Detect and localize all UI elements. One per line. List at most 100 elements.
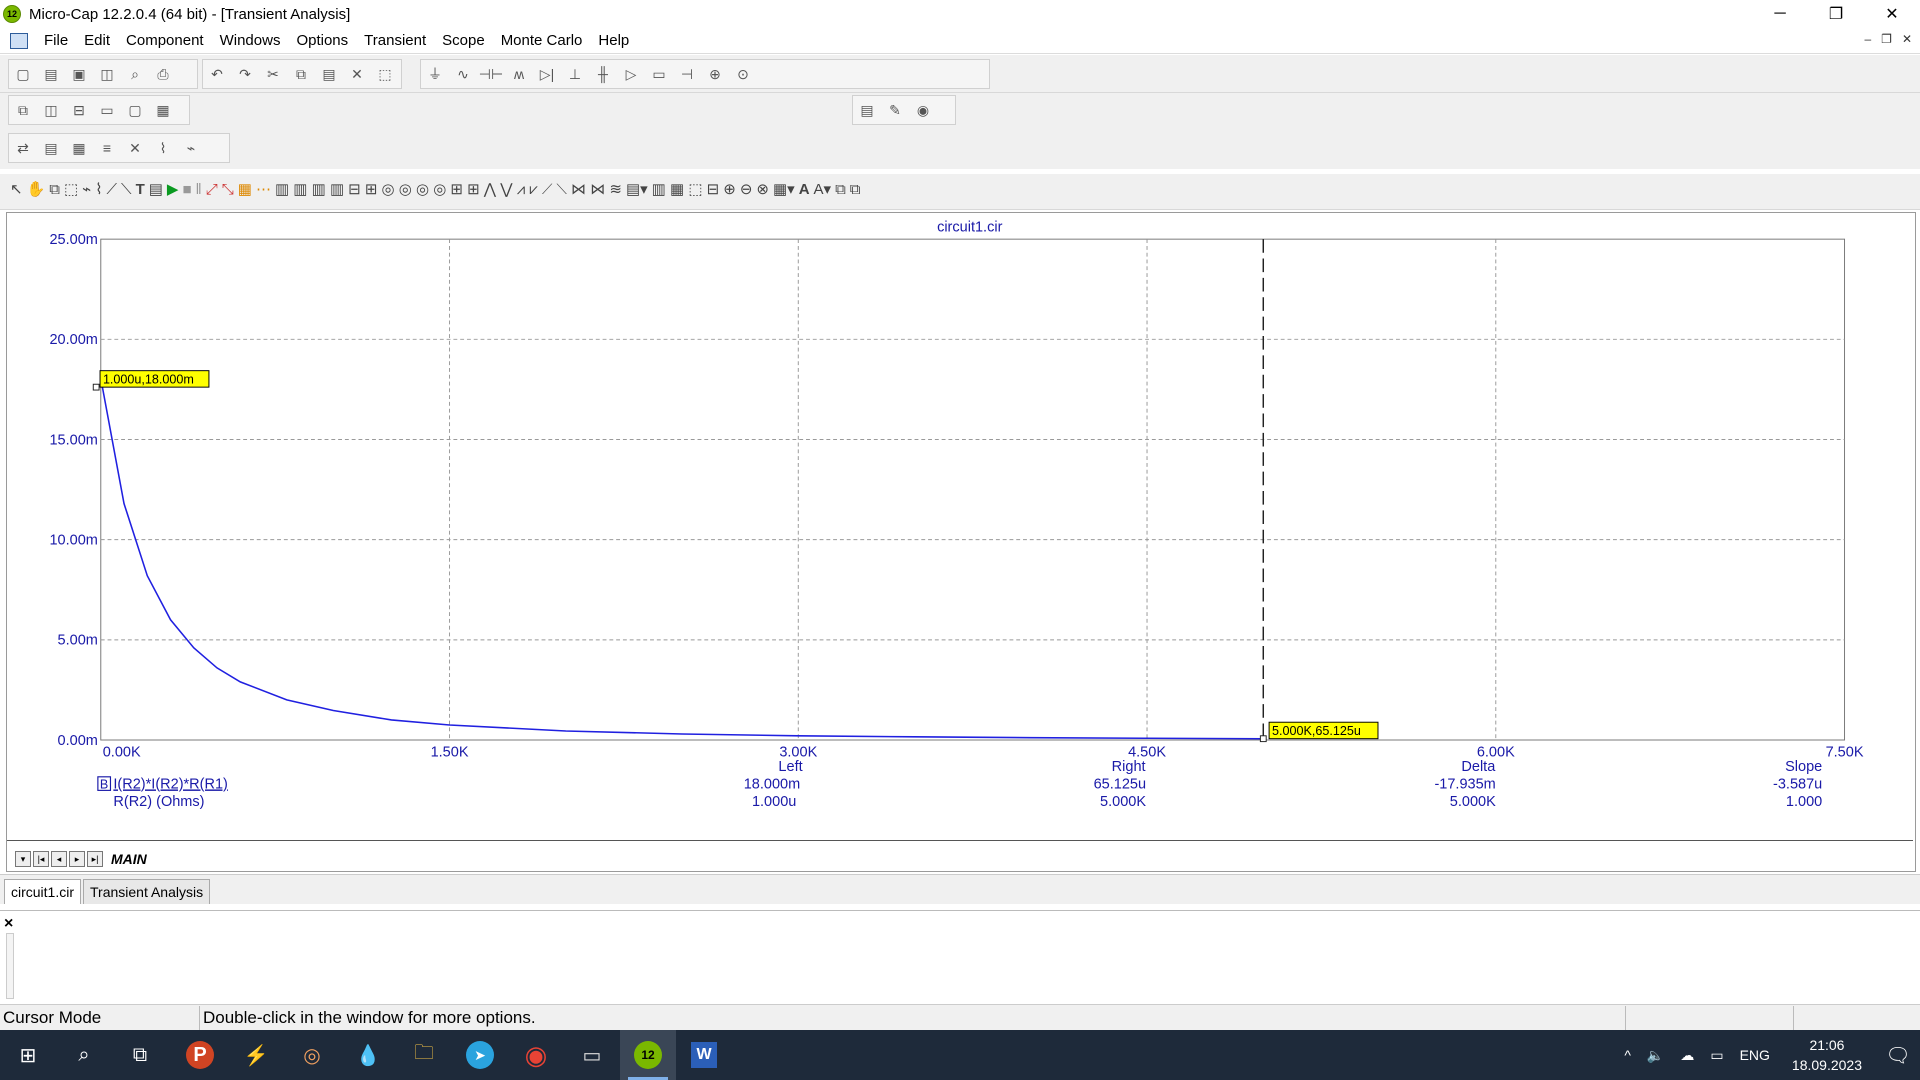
next-page-button[interactable]: ▸	[69, 851, 85, 867]
restore-button[interactable]: ❐	[1808, 0, 1864, 28]
search-icon[interactable]: ⌕	[56, 1030, 112, 1080]
menu-file[interactable]: File	[36, 32, 76, 49]
redo-icon[interactable]: ↷	[232, 62, 258, 86]
menu-windows[interactable]: Windows	[212, 32, 289, 49]
text-icon[interactable]: T	[136, 181, 145, 198]
cut-icon[interactable]: ✂	[260, 62, 286, 86]
clock[interactable]: 21:06 18.09.2023	[1792, 1035, 1862, 1075]
zoom-fit-icon[interactable]: ⊗	[756, 180, 769, 198]
opamp-icon[interactable]: ▷	[618, 62, 644, 86]
numeric-output-icon[interactable]: ≡	[94, 136, 120, 160]
stepping-icon[interactable]: ▦	[66, 136, 92, 160]
font-size-icon[interactable]: A▾	[814, 180, 832, 198]
zoom-icons[interactable]: ◎ ◎ ◎ ◎	[381, 180, 446, 198]
zoom-out-icon[interactable]: ⊖	[740, 180, 753, 198]
select-mode-icon[interactable]: ↖	[10, 180, 23, 198]
limits-icon[interactable]: ▤	[38, 136, 64, 160]
run-icon[interactable]: ▶	[167, 180, 179, 198]
mdi-close-button[interactable]: ✕	[1902, 32, 1912, 46]
tools-icon[interactable]: ✕	[122, 136, 148, 160]
open-icon[interactable]: ▤	[38, 62, 64, 86]
pause-icon[interactable]: ‖	[196, 181, 202, 198]
tray-chevron-icon[interactable]: ^	[1624, 1047, 1631, 1063]
output-pane[interactable]: ×	[0, 910, 1920, 1004]
point-tag-icon[interactable]: ⌇	[95, 180, 102, 198]
scale-y-icon[interactable]: ⤡	[222, 181, 234, 198]
powerpoint-icon[interactable]: P	[172, 1030, 228, 1080]
print-preview-icon[interactable]: ⌕	[122, 62, 148, 86]
menu-help[interactable]: Help	[590, 32, 637, 49]
cursor-layer[interactable]: 1.000u,18.000m 5.000K,65.125u	[92, 239, 1379, 743]
menu-options[interactable]: Options	[288, 32, 356, 49]
tile-vertical-icon[interactable]: ◫	[38, 98, 64, 122]
cursor-mode-icon[interactable]: ⌁	[82, 180, 91, 198]
task-view-icon[interactable]: ⧉	[112, 1030, 168, 1080]
split-icons[interactable]: ⊟ ⊞	[348, 180, 377, 198]
notes-icon[interactable]: ▤	[854, 98, 880, 122]
paste-icon[interactable]: ▤	[316, 62, 342, 86]
menu-monte-carlo[interactable]: Monte Carlo	[493, 32, 591, 49]
first-page-button[interactable]: |◂	[33, 851, 49, 867]
palette-icon[interactable]: ▦▾	[773, 180, 795, 198]
menu-transient[interactable]: Transient	[356, 32, 434, 49]
close-button[interactable]: ✕	[1864, 0, 1920, 28]
edit-settings-icon[interactable]: ✎	[882, 98, 908, 122]
ground-icon[interactable]: ⏚	[422, 62, 448, 86]
menu-scope[interactable]: Scope	[434, 32, 493, 49]
save-all-icon[interactable]: ◫	[94, 62, 120, 86]
output-close-button[interactable]: ×	[4, 915, 13, 933]
last-page-button[interactable]: ▸|	[87, 851, 103, 867]
save-icon[interactable]: ▣	[66, 62, 92, 86]
transient-plot[interactable]: circuit1.cir 0.00m 5.00m 10.00m 15.00m 20.00…	[7, 213, 1917, 833]
scale-x-icon[interactable]: ⤢	[206, 181, 218, 198]
calculator-icon[interactable]: ▦	[150, 98, 176, 122]
app-green-icon[interactable]: ⚡	[228, 1030, 284, 1080]
transistor-icon[interactable]: ⊥	[562, 62, 588, 86]
zoom-box-icon[interactable]: ⬚	[64, 180, 78, 198]
app-drop-icon[interactable]: 💧	[340, 1030, 396, 1080]
chrome-icon[interactable]: ◉	[508, 1030, 564, 1080]
start-button[interactable]: ⊞	[0, 1030, 56, 1080]
mdi-minimize-button[interactable]: –	[1864, 32, 1871, 46]
delete-icon[interactable]: ✕	[344, 62, 370, 86]
globe-icon[interactable]: ◉	[910, 98, 936, 122]
file-explorer-icon[interactable]: 🗀	[396, 1030, 452, 1080]
menu-edit[interactable]: Edit	[76, 32, 118, 49]
zoom-in-icon[interactable]: ⊕	[723, 180, 736, 198]
language-indicator[interactable]: ENG	[1740, 1047, 1770, 1063]
menu-component[interactable]: Component	[118, 32, 212, 49]
pan-icon[interactable]: ✋	[27, 180, 46, 198]
horizontal-tag-icon[interactable]: ⟋	[107, 181, 118, 198]
plot-window[interactable]: circuit1.cir 0.00m 5.00m 10.00m 15.00m 20.00…	[6, 212, 1916, 872]
prev-page-button[interactable]: ◂	[51, 851, 67, 867]
clipboard-icon[interactable]: ▤▾	[626, 180, 648, 198]
telegram-icon[interactable]: ➤	[452, 1030, 508, 1080]
tokens-icons[interactable]: ▥ ▦ ⬚ ⊟	[652, 180, 720, 198]
mdi-restore-button[interactable]: ❐	[1881, 32, 1892, 46]
overlap-icon[interactable]: ▭	[94, 98, 120, 122]
performance-icon[interactable]: ⌁	[178, 136, 204, 160]
notifications-icon[interactable]: 🗨	[1876, 1030, 1920, 1080]
diode-icon[interactable]: ▷|	[534, 62, 560, 86]
copy-plot-icon[interactable]: ⧉	[835, 181, 846, 198]
plot-icon[interactable]: ⌇	[150, 136, 176, 160]
scale-icon[interactable]: ⧉	[49, 181, 60, 198]
run-limits-icon[interactable]: ⇄	[10, 136, 36, 160]
doc-tab-transient[interactable]: Transient Analysis	[83, 879, 211, 904]
doc-tab-circuit[interactable]: circuit1.cir	[4, 879, 82, 904]
tile-horizontal-icon[interactable]: ⊟	[66, 98, 92, 122]
paste-plot-icon[interactable]: ⧉	[850, 181, 861, 198]
maximize-icon[interactable]: ▢	[122, 98, 148, 122]
app-disc-icon[interactable]: ◎	[284, 1030, 340, 1080]
volume-icon[interactable]: 🔈	[1647, 1047, 1664, 1064]
font-icon[interactable]: A	[799, 181, 810, 198]
resistor-icon[interactable]: ∿	[450, 62, 476, 86]
battery-icon[interactable]: ⊣	[674, 62, 700, 86]
source-icon[interactable]: ▭	[646, 62, 672, 86]
copy-icon[interactable]: ⧉	[288, 62, 314, 86]
microcap-taskbar-icon[interactable]: 12	[620, 1030, 676, 1080]
undo-icon[interactable]: ↶	[204, 62, 230, 86]
print-icon[interactable]: ⎙	[150, 62, 176, 86]
vertical-tag-icon[interactable]: ⟍	[121, 181, 132, 198]
properties-icon[interactable]: ▤	[149, 180, 163, 198]
